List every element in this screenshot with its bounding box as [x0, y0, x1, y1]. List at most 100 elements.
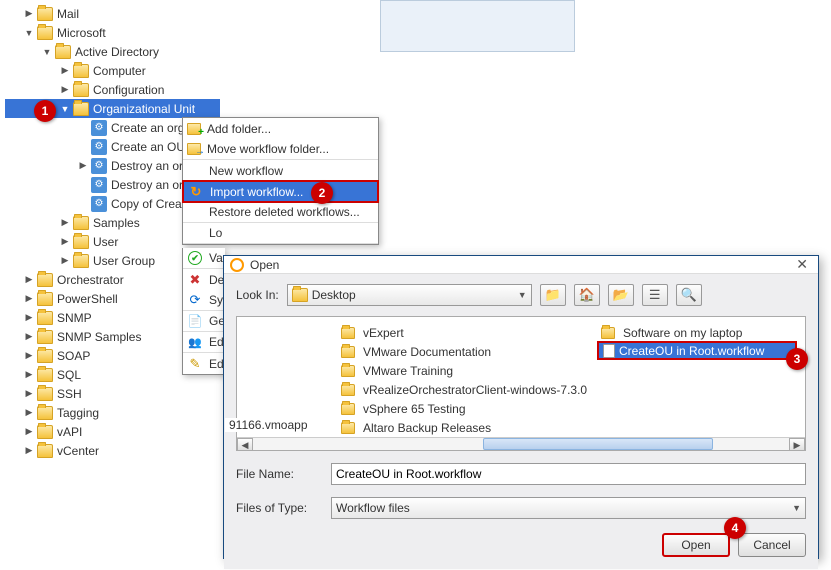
ctx-sync[interactable]: Sy [183, 290, 225, 311]
ctx-validate[interactable]: Va [183, 248, 225, 269]
ctx-restore[interactable]: Restore deleted workflows... [183, 202, 378, 223]
file-item[interactable]: vSphere 65 Testing [337, 399, 597, 418]
list-view-button[interactable]: ☰ [642, 284, 668, 306]
tree-label: SOAP [57, 349, 90, 363]
folder-icon [341, 365, 355, 377]
chevron-right-icon[interactable]: ▶ [59, 236, 71, 248]
chevron-right-icon[interactable]: ▶ [59, 65, 71, 77]
ctx-edit[interactable]: Ed [183, 353, 225, 374]
chevron-right-icon[interactable]: ▶ [23, 8, 35, 20]
ctx-pdf[interactable]: Ge [183, 311, 225, 332]
add-folder-icon [187, 123, 201, 135]
tree-label: User Group [93, 254, 155, 268]
chevron-right-icon[interactable]: ▶ [23, 388, 35, 400]
folder-icon [37, 368, 53, 382]
chevron-down-icon[interactable]: ▼ [23, 27, 35, 39]
folder-icon [601, 327, 615, 339]
file-item[interactable]: vExpert [337, 323, 597, 342]
callout-4: 4 [724, 517, 746, 539]
file-name: vRealizeOrchestratorClient-windows-7.3.0 [363, 383, 587, 397]
horizontal-scrollbar[interactable]: ◀ ▶ [237, 437, 805, 451]
folder-icon [37, 330, 53, 344]
close-icon[interactable]: ✕ [792, 256, 812, 273]
ctx-label: Lo [209, 226, 222, 240]
file-item[interactable]: VMware Training [337, 361, 597, 380]
tree-item-tagging[interactable]: ▶Tagging [5, 403, 220, 422]
scroll-thumb[interactable] [483, 438, 713, 450]
folder-icon [341, 422, 355, 434]
folder-icon [341, 384, 355, 396]
chevron-right-icon[interactable]: ▶ [59, 255, 71, 267]
file-name: vExpert [363, 326, 404, 340]
chevron-right-icon[interactable]: ▶ [23, 445, 35, 457]
detail-view-button[interactable]: 🔍 [676, 284, 702, 306]
files-type-select[interactable]: Workflow files ▼ [331, 497, 806, 519]
scroll-right-button[interactable]: ▶ [789, 438, 805, 451]
tree-label: SQL [57, 368, 81, 382]
chevron-right-icon[interactable]: ▶ [23, 369, 35, 381]
chevron-right-icon[interactable]: ▶ [23, 312, 35, 324]
home-button[interactable]: 🏠 [574, 284, 600, 306]
chevron-right-icon[interactable]: ▶ [23, 350, 35, 362]
ctx-users[interactable]: Ed [183, 332, 225, 353]
ctx-lo[interactable]: Lo [183, 223, 378, 244]
chevron-right-icon[interactable]: ▶ [23, 426, 35, 438]
scroll-left-button[interactable]: ◀ [237, 438, 253, 451]
tree-item-mail[interactable]: ▶Mail [5, 4, 220, 23]
file-item[interactable]: vRealizeOrchestratorClient-windows-7.3.0 [337, 380, 597, 399]
chevron-right-icon[interactable]: ▶ [59, 217, 71, 229]
tree-item-vapi[interactable]: ▶ vAPI [5, 422, 220, 441]
delete-icon [187, 272, 203, 288]
chevron-down-icon[interactable]: ▼ [59, 103, 71, 115]
chevron-down-icon[interactable]: ▼ [41, 46, 53, 58]
ctx-move-folder[interactable]: Move workflow folder... [183, 139, 378, 160]
folder-icon [73, 64, 89, 78]
tree-item-microsoft[interactable]: ▼Microsoft [5, 23, 220, 42]
chevron-right-icon[interactable]: ▶ [59, 84, 71, 96]
folder-icon [292, 288, 308, 302]
tree-item-vcenter[interactable]: ▶vCenter [5, 441, 220, 460]
context-menu-overflow: Va De Sy Ge Ed Ed [182, 248, 225, 375]
workflow-icon [91, 196, 107, 212]
open-button[interactable]: Open [662, 533, 730, 557]
file-item[interactable]: VMware Documentation [337, 342, 597, 361]
chevron-right-icon[interactable]: ▶ [23, 407, 35, 419]
ctx-new-workflow[interactable]: New workflow [183, 160, 378, 181]
files-type-row: Files of Type: Workflow files ▼ [236, 497, 806, 519]
file-item[interactable]: Software on my laptop [597, 323, 797, 342]
folder-icon [73, 235, 89, 249]
ctx-import-workflow[interactable]: Import workflow... [182, 180, 379, 203]
chevron-right-icon[interactable]: ▶ [77, 160, 89, 172]
users-icon [187, 334, 203, 350]
chevron-down-icon: ▼ [792, 503, 801, 513]
tree-item-ad[interactable]: ▼Active Directory [5, 42, 220, 61]
file-name-input[interactable] [331, 463, 806, 485]
chevron-right-icon[interactable]: ▶ [23, 331, 35, 343]
check-icon [187, 250, 203, 266]
chevron-right-icon[interactable]: ▶ [23, 274, 35, 286]
file-item[interactable]: Altaro Backup Releases [337, 418, 597, 437]
scroll-track[interactable] [253, 438, 789, 451]
file-name: CreateOU in Root.workflow [619, 344, 764, 358]
file-item-selected[interactable]: CreateOU in Root.workflow [597, 341, 797, 360]
ctx-label: Ed [209, 335, 224, 349]
tree-label: vAPI [57, 425, 82, 439]
ctx-add-folder[interactable]: Add folder... [183, 118, 378, 139]
tree-item-computer[interactable]: ▶Computer [5, 61, 220, 80]
look-in-select[interactable]: Desktop ▼ [287, 284, 532, 306]
chevron-right-icon[interactable]: ▶ [23, 293, 35, 305]
ctx-delete[interactable]: De [183, 269, 225, 290]
cancel-button[interactable]: Cancel [738, 533, 806, 557]
new-folder-button[interactable]: 📂 [608, 284, 634, 306]
tree-item-configuration[interactable]: ▶Configuration [5, 80, 220, 99]
file-list[interactable]: vExpert VMware Documentation VMware Trai… [236, 316, 806, 451]
tree-label: Organizational Unit [93, 102, 195, 116]
tree-label: Destroy an or [111, 159, 183, 173]
ctx-label: Ed [209, 357, 224, 371]
workflow-icon [91, 139, 107, 155]
files-type-value: Workflow files [336, 501, 410, 515]
up-folder-button[interactable]: 📁 [540, 284, 566, 306]
folder-icon [73, 254, 89, 268]
folder-icon [55, 45, 71, 59]
tree-item-ssh[interactable]: ▶SSH [5, 384, 220, 403]
